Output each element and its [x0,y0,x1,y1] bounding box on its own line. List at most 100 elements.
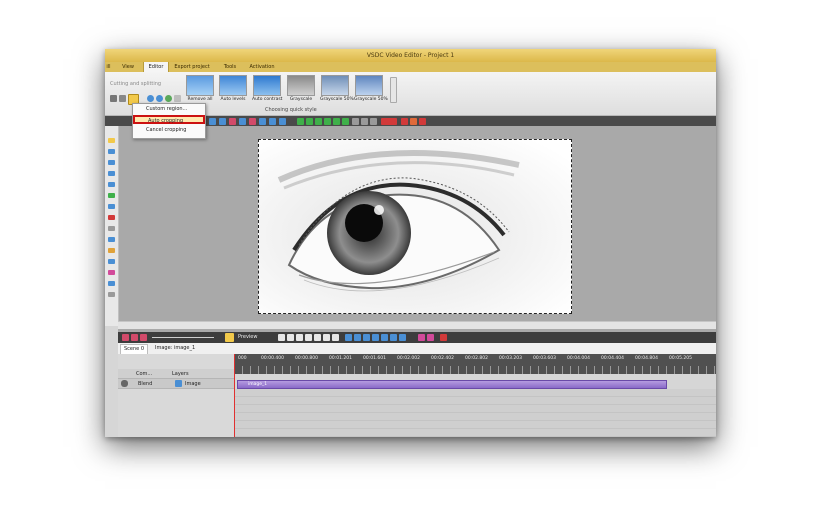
video-tool-icon[interactable] [108,149,115,154]
composition-label[interactable]: Com... [136,371,152,377]
preview-settings-icon[interactable] [225,333,234,342]
image-clip[interactable]: image_1 [237,380,667,389]
go-start-icon[interactable] [278,334,285,341]
align-center-icon[interactable] [219,118,226,125]
chart-tool-icon[interactable] [108,226,115,231]
backward-icon[interactable] [342,118,349,125]
effect-label: Auto contrast [252,97,283,102]
cutting-splitting-label[interactable]: Cutting and splitting [110,81,161,87]
record-icon[interactable] [381,118,397,125]
rewind-icon[interactable] [296,334,303,341]
snap-icon[interactable] [345,334,352,341]
timeline-area[interactable]: image_1 [234,374,716,437]
effects-tool-icon[interactable] [108,281,115,286]
image-tool-icon[interactable] [108,171,115,176]
marker-add-icon[interactable] [363,334,370,341]
menu-item-file[interactable]: ill [105,62,112,72]
align-bottom-icon[interactable] [259,118,266,125]
menu-item-custom-region[interactable]: Custom region... [133,105,205,114]
marker-icon[interactable] [401,118,408,125]
image-preview[interactable] [258,139,572,314]
align-left-icon[interactable] [209,118,216,125]
send-back-icon[interactable] [324,118,331,125]
animation-tool-icon[interactable] [108,237,115,242]
loop-icon[interactable] [354,334,361,341]
quick-style-caption: Choosing quick style [265,107,317,113]
menu-item-cancel-cropping[interactable]: Cancel cropping [133,126,205,135]
preview-button[interactable]: Preview [238,334,257,340]
delete-icon[interactable] [419,118,426,125]
free-shape-icon[interactable] [108,259,115,264]
menu-item-activation[interactable]: Activation [246,62,278,72]
audio-tool-icon[interactable] [108,160,115,165]
move-down-icon[interactable] [306,118,313,125]
flip-icon[interactable] [165,95,172,102]
image-track-row[interactable]: Blend Image [118,379,234,389]
effect-label: Remove all [187,97,213,102]
effect-add-icon[interactable] [418,334,425,341]
playhead-cursor[interactable] [234,354,235,437]
lock-icon[interactable] [370,118,377,125]
size-icon[interactable] [279,118,286,125]
effect-grayscale[interactable]: Grayscale [286,75,316,102]
effect-grayscale-50-b[interactable]: Grayscale 50% [354,75,388,102]
menu-item-editor[interactable]: Editor [143,62,169,72]
subtitle-tool-icon[interactable] [108,182,115,187]
menu-item-tools[interactable]: Tools [219,62,241,72]
text-tool-icon[interactable] [108,215,115,220]
distribute-icon[interactable] [269,118,276,125]
group-icon[interactable] [352,118,359,125]
tab-image-1[interactable]: Image: image_1 [152,344,198,353]
pointer-tool-icon[interactable] [108,138,115,143]
effect-remove-all[interactable]: Remove all [185,75,215,102]
zoom-out-icon[interactable] [131,334,138,341]
align-top-icon[interactable] [239,118,246,125]
forward-icon[interactable] [333,118,340,125]
ruler-label: 00:03.203 [499,356,522,361]
timeline-ruler[interactable]: 000 00:00.400 00:00.800 00:01.201 00:01.… [234,354,716,374]
menu-item-auto-cropping[interactable]: Auto cropping [133,115,205,124]
balloon-thumbnail-icon [287,75,315,96]
rotate-back-icon[interactable] [156,95,163,102]
go-end-icon[interactable] [332,334,339,341]
rotate-icon[interactable] [147,95,154,102]
crop-tool-icon[interactable] [119,95,126,102]
remove-clip-icon[interactable] [440,334,447,341]
effect-grayscale-50[interactable]: Grayscale 50% [320,75,354,102]
pen-icon[interactable] [410,118,417,125]
copy-icon[interactable] [390,334,397,341]
line-tool-icon[interactable] [108,204,115,209]
effect-auto-levels[interactable]: Auto levels [218,75,248,102]
balloon-thumbnail-icon [186,75,214,96]
prev-frame-icon[interactable] [287,334,294,341]
transition-icon[interactable] [427,334,434,341]
menu-item-export-project[interactable]: Export project [171,62,213,72]
fast-forward-icon[interactable] [314,334,321,341]
zoom-slider[interactable] [152,337,214,338]
split-icon[interactable] [372,334,379,341]
effect-auto-contrast[interactable]: Auto contrast [252,75,282,102]
align-right-icon[interactable] [229,118,236,125]
music-tool-icon[interactable] [108,270,115,275]
visibility-icon[interactable] [121,380,128,387]
paste-icon[interactable] [399,334,406,341]
blend-mode-select[interactable]: Blend [138,381,152,387]
align-middle-icon[interactable] [249,118,256,125]
more-tools-icon[interactable] [174,95,181,102]
sprite-tool-icon[interactable] [108,248,115,253]
zoom-fit-icon[interactable] [140,334,147,341]
gallery-scroll-button[interactable] [390,77,397,103]
menu-item-view[interactable]: View [118,62,138,72]
pick-tool-icon[interactable] [110,95,117,102]
ungroup-icon[interactable] [361,118,368,125]
zoom-in-icon[interactable] [122,334,129,341]
shape-tool-icon[interactable] [108,193,115,198]
zoom-tool-icon[interactable] [108,292,115,297]
play-icon[interactable] [305,334,312,341]
canvas-horizontal-scrollbar[interactable] [118,321,716,329]
ruler-label: 00:02.402 [431,356,454,361]
next-frame-icon[interactable] [323,334,330,341]
bring-front-icon[interactable] [315,118,322,125]
move-up-icon[interactable] [297,118,304,125]
cut-icon[interactable] [381,334,388,341]
